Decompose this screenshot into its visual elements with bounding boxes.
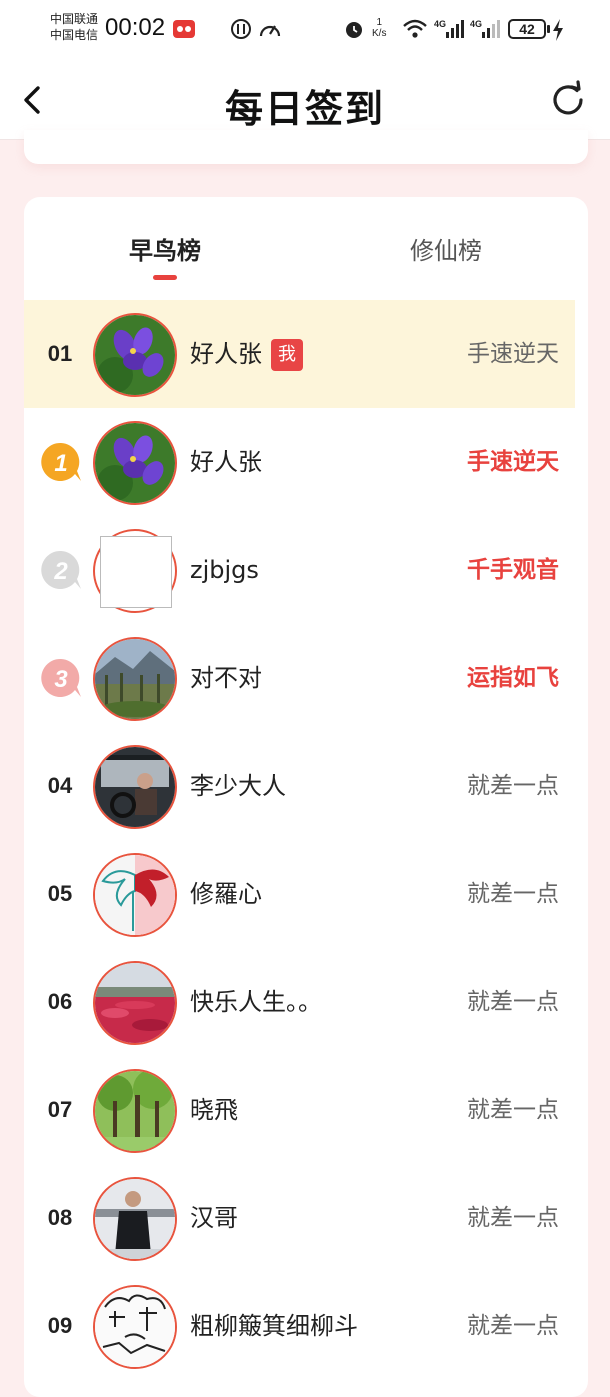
avatar: [93, 745, 177, 829]
avatar: [93, 961, 177, 1045]
page-title: 每日签到: [224, 87, 385, 131]
signal-4g-icon-2: 4G: [470, 19, 500, 38]
svg-text:3: 3: [54, 666, 68, 693]
user-name: 李少大人: [190, 772, 286, 800]
user-name: 好人张: [190, 448, 262, 476]
rank-number: 04: [47, 773, 73, 798]
rank-title: 就差一点: [467, 1313, 559, 1339]
rank-row-2[interactable]: 2 zjbjgs 千手观音: [24, 516, 575, 624]
svg-text:4G: 4G: [434, 19, 446, 29]
rank-row-6[interactable]: 06 快乐人生。。 就差一点: [24, 948, 575, 1056]
signal-4g-icon-1: 4G: [434, 19, 464, 38]
user-name: 粗柳簸箕细柳斗: [190, 1312, 358, 1340]
silver-medal-icon: 2: [41, 550, 81, 589]
rank-number: 06: [47, 989, 73, 1014]
avatar: [93, 313, 177, 397]
gold-medal-icon: 1: [41, 442, 81, 481]
avatar: [93, 421, 177, 505]
rank-row-3[interactable]: 3 对不对 运指如飞: [24, 624, 575, 732]
bronze-medal-icon: 3: [41, 658, 81, 697]
user-name: 修羅心: [190, 880, 262, 908]
rank-row-1[interactable]: 1 好人张 手速逆天: [24, 408, 575, 516]
rank-number: 05: [47, 881, 73, 906]
tab-early-bird[interactable]: 早鸟榜: [85, 231, 245, 266]
carrier-1: 中国联通: [50, 12, 99, 26]
user-name: zjbjgs: [190, 556, 259, 584]
rank-title: 就差一点: [467, 1205, 559, 1231]
user-name: 汉哥: [190, 1204, 238, 1232]
carrier-2: 中国电信: [50, 28, 99, 42]
user-name: 对不对: [190, 664, 262, 692]
user-name: 好人张: [190, 340, 262, 368]
broken-image-icon: [100, 536, 172, 608]
previous-card-bottom: [24, 130, 588, 164]
tab-immortal[interactable]: 修仙榜: [366, 231, 526, 266]
avatar: [93, 529, 177, 613]
rank-title: 就差一点: [467, 989, 559, 1015]
wifi-icon: [403, 19, 427, 38]
net-speed-value: 1: [376, 17, 382, 28]
notification-app-icon: [173, 20, 195, 38]
app-header: 每日签到: [0, 60, 610, 140]
alarm-icon: [346, 22, 362, 38]
rank-number: 01: [47, 341, 73, 366]
data-saver-icon: [231, 19, 251, 39]
carrier-info: 中国联通 中国电信: [50, 11, 98, 43]
rank-row-9[interactable]: 09 粗柳簸箕细柳斗 就差一点: [24, 1272, 575, 1380]
avatar: [93, 1285, 177, 1369]
rank-number: 08: [47, 1205, 73, 1230]
avatar: [93, 853, 177, 937]
svg-text:1: 1: [54, 450, 67, 477]
rank-row-8[interactable]: 08 汉哥 就差一点: [24, 1164, 575, 1272]
rank-title: 千手观音: [467, 557, 559, 583]
avatar: [93, 1177, 177, 1261]
avatar: [93, 637, 177, 721]
status-bar: 中国联通 中国电信 00:02 1 K/s 4G 4G 42: [0, 0, 610, 60]
rank-row-4[interactable]: 04 李少大人 就差一点: [24, 732, 575, 840]
rank-title: 手速逆天: [467, 449, 559, 475]
refresh-icon[interactable]: [548, 80, 588, 120]
user-name: 晓飛: [190, 1096, 238, 1124]
charging-icon: [553, 19, 563, 41]
svg-text:4G: 4G: [470, 19, 482, 29]
rank-title: 手速逆天: [467, 341, 559, 367]
svg-text:2: 2: [53, 558, 68, 585]
battery-indicator: 42: [508, 19, 550, 39]
rank-row-5[interactable]: 05 修羅心 就差一点: [24, 840, 575, 948]
net-speed: 1 K/s: [372, 17, 386, 39]
speedometer-icon: [259, 25, 281, 37]
leaderboard-card: 早鸟榜 修仙榜 01 好人张 我 手速逆天 1 好人张 手速逆天 2 zjbjg…: [24, 197, 588, 1397]
rank-number: 09: [47, 1313, 73, 1338]
rank-row-7[interactable]: 07 晓飛 就差一点: [24, 1056, 575, 1164]
my-rank-row[interactable]: 01 好人张 我 手速逆天: [24, 300, 575, 408]
me-badge: 我: [271, 339, 303, 371]
rank-title: 运指如飞: [467, 665, 559, 691]
rank-title: 就差一点: [467, 881, 559, 907]
status-time: 00:02: [105, 14, 166, 41]
net-speed-unit: K/s: [372, 28, 387, 39]
rank-title: 就差一点: [467, 1097, 559, 1123]
active-tab-indicator: [153, 275, 177, 280]
rank-title: 就差一点: [467, 773, 559, 799]
user-name: 快乐人生。。: [190, 988, 322, 1016]
rank-number: 07: [47, 1097, 73, 1122]
avatar: [93, 1069, 177, 1153]
